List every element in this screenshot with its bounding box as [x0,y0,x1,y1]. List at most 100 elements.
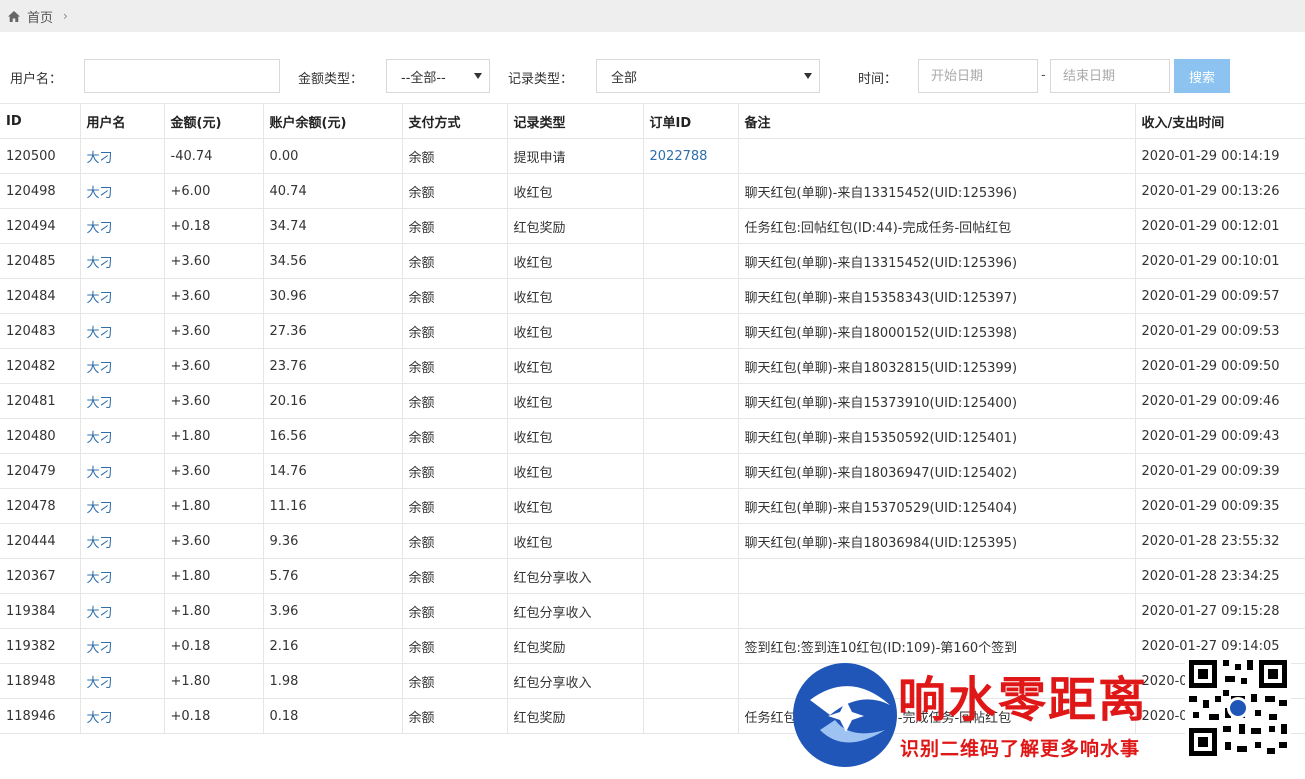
order-id-link[interactable]: 2022788 [650,149,708,164]
username-link[interactable]: 大刁 [87,466,113,481]
table-row: 120480 大刁 +1.80 16.56 余额 收红包 聊天红包(单聊)-来自153505… [0,418,1305,454]
cell-type: 收红包 [507,243,644,279]
cell-order [643,523,739,559]
cell-user: 大刁 [80,488,165,524]
username-link[interactable]: 大刁 [87,431,113,446]
cell-balance: 34.56 [263,243,403,279]
username-input[interactable] [84,59,280,93]
cell-amount: +3.60 [164,243,264,279]
cell-user: 大刁 [80,558,165,594]
cell-amount: +0.18 [164,628,264,664]
column-header-balance: 账户余额(元) [263,103,403,139]
cell-order [643,278,739,314]
cell-note: 聊天红包(单聊)-来自15350592(UID:125401) [738,418,1136,454]
cell-time: 2020-01-28 23:55:32 [1135,523,1305,559]
cell-balance: 16.56 [263,418,403,454]
cell-order [643,348,739,384]
username-link[interactable]: 大刁 [87,361,113,376]
search-button[interactable]: 搜索 [1174,59,1230,93]
breadcrumb: 首页 › [0,0,1305,32]
username-link[interactable]: 大刁 [87,606,113,621]
username-link[interactable]: 大刁 [87,641,113,656]
cell-note: 聊天红包(单聊)-来自18000152(UID:125398) [738,313,1136,349]
cell-amount: +1.80 [164,558,264,594]
cell-user: 大刁 [80,628,165,664]
username-link[interactable]: 大刁 [87,501,113,516]
cell-balance: 20.16 [263,383,403,419]
cell-order [643,453,739,489]
cell-amount: +3.60 [164,278,264,314]
cell-id: 119382 [0,628,81,664]
start-date-input[interactable] [918,59,1038,93]
table-row: 120367 大刁 +1.80 5.76 余额 红包分享收入 2020-01-28 23:3… [0,558,1305,594]
username-link[interactable]: 大刁 [87,186,113,201]
cell-balance: 0.18 [263,698,403,734]
cell-balance: 27.36 [263,313,403,349]
breadcrumb-home-link[interactable]: 首页 [27,7,53,26]
cell-user: 大刁 [80,418,165,454]
cell-user: 大刁 [80,523,165,559]
cell-user: 大刁 [80,383,165,419]
cell-time: 2020-01-28 23:34:25 [1135,558,1305,594]
record-type-select[interactable]: 全部 [596,59,820,93]
watermark-subtitle: 识别二维码了解更多响水事 [900,738,1141,760]
cell-type: 红包分享收入 [507,663,644,699]
username-link[interactable]: 大刁 [87,676,113,691]
cell-type: 收红包 [507,173,644,209]
table-row: 120481 大刁 +3.60 20.16 余额 收红包 聊天红包(单聊)-来自153739… [0,383,1305,419]
date-range-dash: - [1041,68,1046,83]
watermark: 响水零距离 识别二维码了解更多响水事 [790,652,1300,772]
home-icon[interactable] [8,10,20,22]
cell-order [643,173,739,209]
cell-user: 大刁 [80,278,165,314]
cell-pay: 余额 [402,418,508,454]
table-row: 120500 大刁 -40.74 0.00 余额 提现申请 2022788 2020-01-2… [0,138,1305,174]
cell-type: 收红包 [507,453,644,489]
cell-type: 收红包 [507,348,644,384]
cell-order [643,208,739,244]
username-link[interactable]: 大刁 [87,256,113,271]
cell-id: 120498 [0,173,81,209]
cell-balance: 0.00 [263,138,403,174]
username-label: 用户名： [10,72,63,87]
cell-time: 2020-01-29 00:09:50 [1135,348,1305,384]
cell-type: 收红包 [507,313,644,349]
username-link[interactable]: 大刁 [87,536,113,551]
username-link[interactable]: 大刁 [87,571,113,586]
username-link[interactable]: 大刁 [87,221,113,236]
cell-order [643,418,739,454]
filter-bar: 用户名： 金额类型： --全部-- 记录类型： 全部 时间： - 搜索 [0,32,1305,103]
cell-type: 红包奖励 [507,698,644,734]
cell-time: 2020-01-29 00:13:26 [1135,173,1305,209]
cell-amount: +3.60 [164,348,264,384]
cell-balance: 1.98 [263,663,403,699]
cell-pay: 余额 [402,628,508,664]
cell-id: 120444 [0,523,81,559]
amount-type-select[interactable]: --全部-- [386,59,490,93]
username-link[interactable]: 大刁 [87,326,113,341]
cell-time: 2020-01-29 00:09:35 [1135,488,1305,524]
cell-user: 大刁 [80,208,165,244]
cell-amount: +3.60 [164,453,264,489]
cell-id: 120482 [0,348,81,384]
cell-order [643,628,739,664]
username-link[interactable]: 大刁 [87,291,113,306]
cell-id: 120367 [0,558,81,594]
cell-order [643,558,739,594]
watermark-title: 响水零距离 [898,672,1149,728]
cell-type: 收红包 [507,523,644,559]
cell-time: 2020-01-29 00:09:39 [1135,453,1305,489]
username-link[interactable]: 大刁 [87,151,113,166]
table-row: 120485 大刁 +3.60 34.56 余额 收红包 聊天红包(单聊)-来自133154… [0,243,1305,279]
cell-balance: 9.36 [263,523,403,559]
end-date-input[interactable] [1050,59,1170,93]
record-type-label: 记录类型： [508,72,574,87]
amount-type-value: --全部-- [401,70,446,86]
username-link[interactable]: 大刁 [87,396,113,411]
cell-pay: 余额 [402,523,508,559]
cell-balance: 23.76 [263,348,403,384]
cell-user: 大刁 [80,173,165,209]
username-link[interactable]: 大刁 [87,711,113,726]
cell-amount: +3.60 [164,523,264,559]
qr-code-icon[interactable] [1185,656,1291,760]
